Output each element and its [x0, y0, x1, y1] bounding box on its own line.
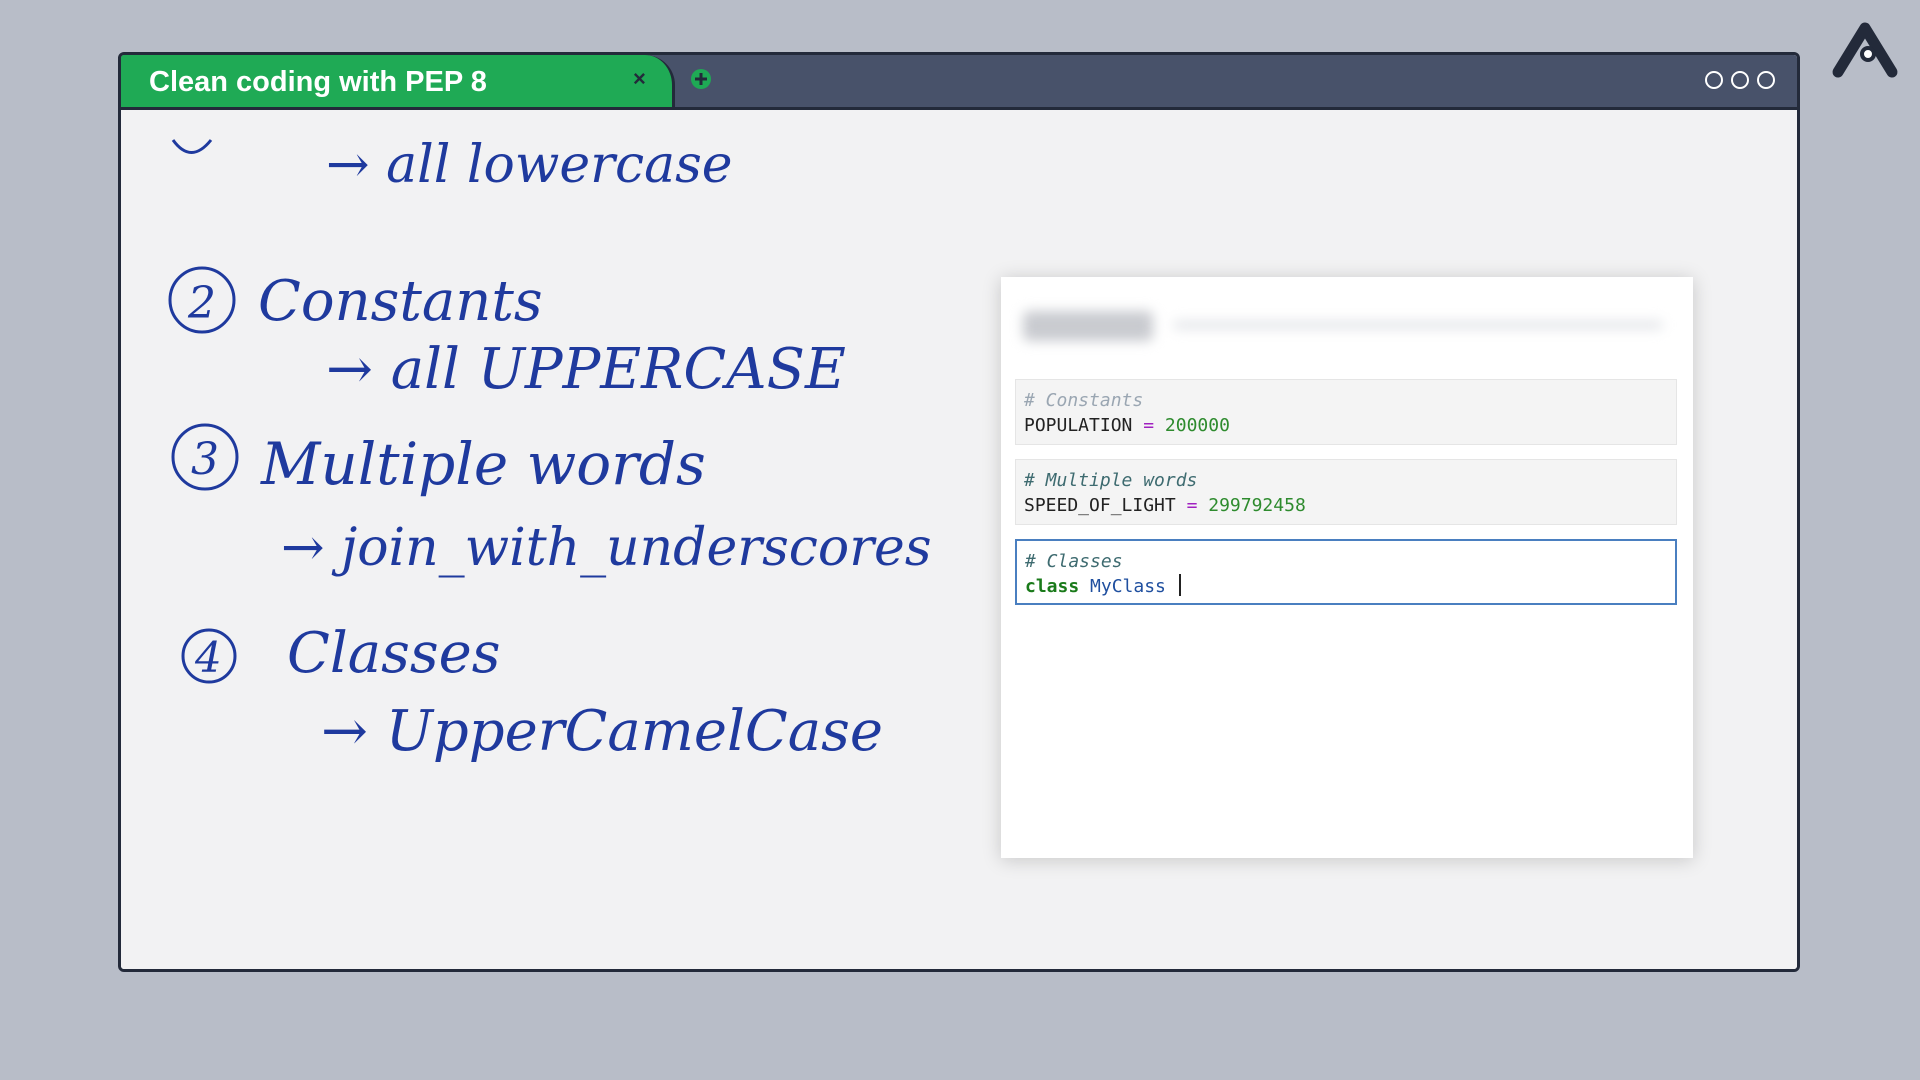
code-identifier: SPEED_OF_LIGHT	[1024, 495, 1176, 516]
note-item4-title: Classes	[287, 621, 501, 686]
window-control-circle-icon[interactable]	[1731, 71, 1749, 89]
note-number-2: 2	[187, 278, 216, 329]
note-item2-title: Constants	[258, 269, 543, 334]
code-class-name: MyClass	[1090, 576, 1166, 597]
text-cursor	[1178, 574, 1181, 596]
code-notebook-panel: # Constants POPULATION = 200000 # Multip…	[1001, 277, 1693, 858]
code-cell-constants[interactable]: # Constants POPULATION = 200000	[1015, 379, 1677, 445]
note-line-1: → all lowercase	[326, 135, 733, 195]
code-operator: =	[1143, 415, 1155, 436]
note-item3-title: Multiple words	[260, 430, 706, 498]
window-controls	[1705, 71, 1775, 89]
code-number: 299792458	[1208, 495, 1306, 516]
code-operator: =	[1186, 495, 1198, 516]
note-number-3: 3	[191, 434, 219, 485]
close-tab-icon[interactable]: ×	[633, 66, 646, 92]
code-number: 200000	[1164, 415, 1230, 436]
notebook-header-blurred	[1023, 307, 1663, 347]
code-identifier: POPULATION	[1024, 415, 1133, 436]
new-tab-plus-icon[interactable]	[688, 66, 714, 92]
note-item4-rule: → UpperCamelCase	[321, 699, 883, 764]
code-comment: # Constants	[1024, 390, 1144, 411]
code-cell-classes-active[interactable]: # Classes class MyClass	[1015, 539, 1677, 605]
window-control-circle-icon[interactable]	[1757, 71, 1775, 89]
title-bar: Clean coding with PEP 8 ×	[121, 55, 1797, 110]
brand-logo-icon	[1832, 22, 1898, 78]
note-number-4: 4	[194, 633, 222, 682]
code-comment: # Multiple words	[1024, 470, 1198, 491]
code-keyword: class	[1025, 576, 1080, 597]
note-item2-rule: → all UPPERCASE	[326, 337, 846, 402]
window-control-circle-icon[interactable]	[1705, 71, 1723, 89]
code-comment: # Classes	[1025, 551, 1123, 572]
note-item3-rule: → join_with_underscores	[281, 518, 932, 578]
tab-active[interactable]: Clean coding with PEP 8 ×	[121, 55, 675, 107]
handwritten-notes: → all lowercase 2 Constants → all UPPERC…	[168, 135, 932, 764]
code-cell-multiple-words[interactable]: # Multiple words SPEED_OF_LIGHT = 299792…	[1015, 459, 1677, 525]
tab-title: Clean coding with PEP 8	[149, 66, 487, 98]
